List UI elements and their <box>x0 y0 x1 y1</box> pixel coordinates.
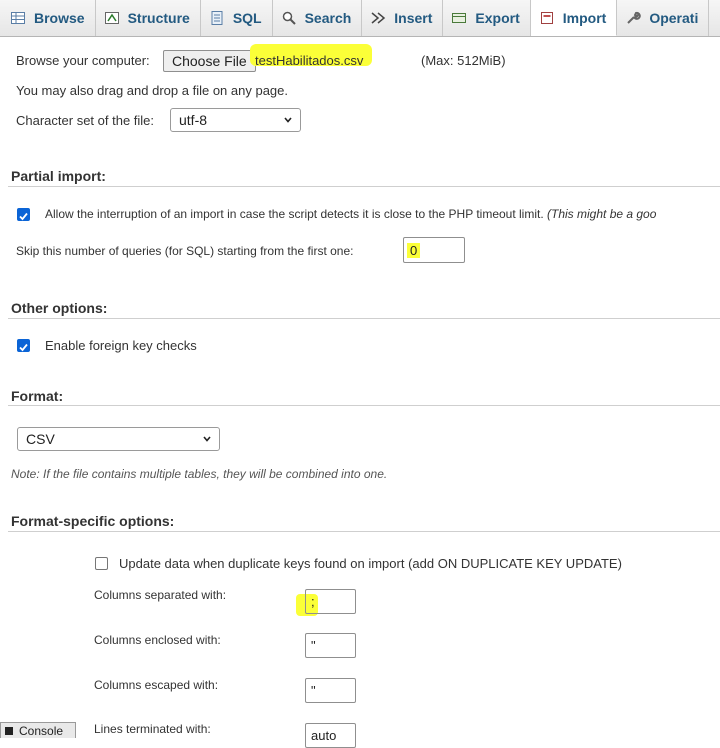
foreign-key-label: Enable foreign key checks <box>45 338 197 353</box>
checkmark-icon <box>19 343 28 352</box>
columns-separated-input[interactable]: ; <box>305 589 356 614</box>
tab-label: Import <box>562 9 607 26</box>
tab-export[interactable]: Export <box>443 0 531 36</box>
lines-terminated-input[interactable]: auto <box>305 723 356 748</box>
charset-value: utf-8 <box>179 112 208 128</box>
format-specific-heading: Format-specific options: <box>11 513 175 529</box>
columns-separated-label: Columns separated with: <box>94 588 227 602</box>
tab-browse[interactable]: Browse <box>0 0 96 36</box>
charset-label: Character set of the file: <box>16 113 155 128</box>
export-icon <box>451 10 467 26</box>
wrench-icon <box>625 10 642 26</box>
allow-interrupt-note: (This might be a goo <box>547 207 657 221</box>
partial-import-heading: Partial import: <box>11 168 106 184</box>
divider <box>8 186 720 187</box>
columns-separated-value: ; <box>311 594 315 609</box>
update-duplicate-label: Update data when duplicate keys found on… <box>119 556 622 571</box>
other-options-heading: Other options: <box>11 300 108 316</box>
file-name: testHabilitados.csv <box>255 53 364 68</box>
tab-label: Operati <box>649 10 699 26</box>
console-button[interactable]: Console <box>0 722 76 738</box>
tab-bar: Browse Structure SQL Search Insert Export Impo… <box>0 0 720 37</box>
browse-label: Browse your computer: <box>16 53 150 68</box>
skip-queries-label: Skip this number of queries (for SQL) st… <box>16 244 354 258</box>
tab-label: SQL <box>232 10 262 26</box>
console-label: Console <box>19 723 64 738</box>
console-icon <box>5 726 13 735</box>
divider <box>8 405 720 406</box>
lines-terminated-value: auto <box>311 728 337 743</box>
tab-label: Search <box>304 10 352 26</box>
allow-interrupt-label: Allow the interruption of an import in c… <box>45 207 656 221</box>
structure-icon <box>104 10 120 26</box>
import-icon <box>539 10 555 26</box>
chevron-down-icon <box>203 436 211 442</box>
format-note: Note: If the file contains multiple tabl… <box>11 467 388 481</box>
drag-drop-hint: You may also drag and drop a file on any… <box>16 83 288 98</box>
tab-search[interactable]: Search <box>273 0 363 36</box>
columns-enclosed-input[interactable]: " <box>305 633 356 658</box>
chevron-down-icon <box>284 117 292 123</box>
tab-label: Structure <box>127 10 190 26</box>
tab-structure[interactable]: Structure <box>96 0 201 36</box>
format-heading: Format: <box>11 388 64 404</box>
tab-label: Browse <box>34 10 85 26</box>
insert-icon <box>370 10 386 26</box>
tab-import[interactable]: Import <box>530 0 618 36</box>
columns-escaped-value: " <box>311 683 316 698</box>
table-icon <box>10 10 26 26</box>
allow-interrupt-checkbox[interactable] <box>17 208 30 221</box>
tab-sql[interactable]: SQL <box>201 0 273 36</box>
tab-operati[interactable]: Operati <box>617 0 710 36</box>
tab-insert[interactable]: Insert <box>362 0 444 36</box>
divider <box>8 318 720 319</box>
columns-escaped-label: Columns escaped with: <box>94 678 219 692</box>
charset-select[interactable]: utf-8 <box>170 108 301 132</box>
allow-interrupt-text: Allow the interruption of an import in c… <box>45 207 544 221</box>
tab-label: Insert <box>394 10 433 26</box>
checkmark-icon <box>19 212 28 221</box>
foreign-key-checkbox[interactable] <box>17 339 30 352</box>
tab-label: Export <box>475 10 520 26</box>
skip-queries-value: 0 <box>407 242 421 258</box>
columns-enclosed-value: " <box>311 638 316 653</box>
update-duplicate-checkbox[interactable] <box>95 557 108 570</box>
choose-file-button[interactable]: Choose File <box>163 50 256 72</box>
divider <box>8 531 720 532</box>
format-select[interactable]: CSV <box>17 427 220 451</box>
format-value: CSV <box>26 431 55 447</box>
skip-queries-input[interactable]: 0 <box>403 237 465 263</box>
search-icon <box>281 10 297 26</box>
sql-icon <box>209 10 225 26</box>
columns-enclosed-label: Columns enclosed with: <box>94 633 221 647</box>
columns-escaped-input[interactable]: " <box>305 678 356 703</box>
lines-terminated-label: Lines terminated with: <box>94 722 211 736</box>
max-size-label: (Max: 512MiB) <box>421 53 506 68</box>
